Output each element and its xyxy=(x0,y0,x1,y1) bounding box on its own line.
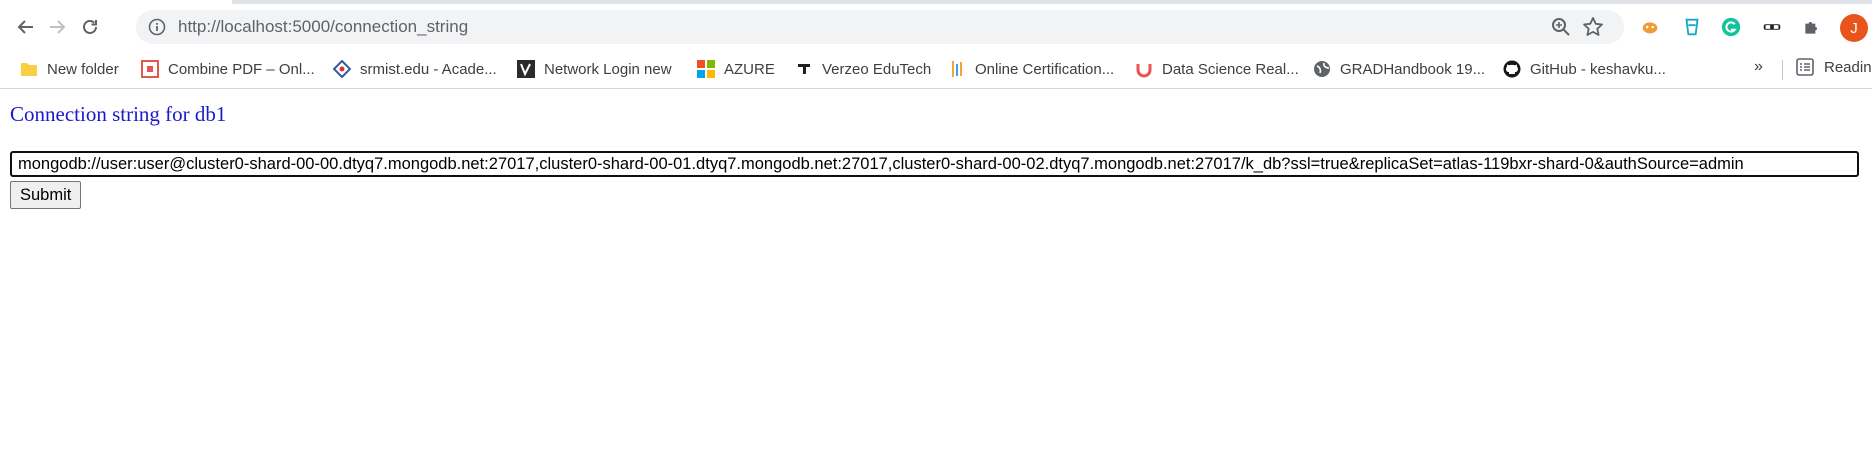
address-bar[interactable]: http://localhost:5000/connection_string xyxy=(136,10,1624,44)
bookmark-item[interactable]: Online Certification... xyxy=(948,58,1114,80)
microsoft-icon xyxy=(697,60,715,78)
back-button[interactable] xyxy=(9,10,43,44)
bookmark-item[interactable]: Network Login new xyxy=(517,58,672,80)
forward-arrow-icon xyxy=(50,20,66,34)
bookmark-star-icon[interactable] xyxy=(1582,16,1604,38)
bookmark-label: Data Science Real... xyxy=(1162,60,1299,78)
bookmark-item[interactable]: GRADHandbook 19... xyxy=(1313,58,1485,80)
bookmark-item[interactable]: AZURE xyxy=(697,58,775,80)
extension-honey-icon[interactable] xyxy=(1637,14,1663,40)
bookmark-item[interactable]: Verzeo EduTech xyxy=(795,58,931,80)
forward-button[interactable] xyxy=(40,10,74,44)
extension-cup-icon[interactable] xyxy=(1679,14,1705,40)
browser-toolbar: http://localhost:5000/connection_string … xyxy=(0,4,1872,50)
bookmark-label: srmist.edu - Acade... xyxy=(360,60,497,78)
reading-list-label: Reading xyxy=(1824,58,1872,76)
pdf-icon xyxy=(141,60,159,78)
bookmark-label: New folder xyxy=(47,60,119,78)
network-login-icon xyxy=(517,60,535,78)
srm-icon xyxy=(333,60,351,78)
reload-button[interactable] xyxy=(73,10,107,44)
extension-incognito-icon[interactable] xyxy=(1759,14,1785,40)
reading-list-button[interactable]: Reading xyxy=(1796,58,1872,76)
github-icon xyxy=(1503,60,1521,78)
connection-string-input[interactable]: mongodb://user:user@cluster0-shard-00-00… xyxy=(10,151,1859,177)
bookmark-label: AZURE xyxy=(724,60,775,78)
bookmark-label: Network Login new xyxy=(544,60,672,78)
bookmarks-bar: New folder Combine PDF – Onl... srmist.e… xyxy=(0,50,1872,89)
page-title: Connection string for db1 xyxy=(10,102,227,126)
profile-avatar[interactable]: J xyxy=(1840,14,1868,42)
bookmark-item[interactable]: Data Science Real... xyxy=(1135,58,1299,80)
extensions-puzzle-icon[interactable] xyxy=(1799,14,1825,40)
reading-list-icon xyxy=(1796,58,1814,76)
bookmark-item[interactable]: srmist.edu - Acade... xyxy=(333,58,497,80)
reload-icon xyxy=(83,20,97,34)
bookmarks-overflow-button[interactable]: » xyxy=(1754,58,1763,76)
verzeo-icon xyxy=(795,60,813,78)
zoom-icon[interactable] xyxy=(1550,16,1572,38)
globe-icon xyxy=(1313,60,1331,78)
url-path: :5000/connection_string xyxy=(287,17,469,36)
bookmark-item[interactable]: Combine PDF – Onl... xyxy=(141,58,315,80)
url-text[interactable]: http://localhost:5000/connection_string xyxy=(178,10,468,44)
folder-icon xyxy=(20,60,38,78)
site-info-icon[interactable] xyxy=(148,18,166,36)
bookmark-item[interactable]: New folder xyxy=(20,58,119,80)
bookmark-label: Verzeo EduTech xyxy=(822,60,932,78)
bookmark-item[interactable]: GitHub - keshavku... xyxy=(1503,58,1666,80)
bookmark-label: Online Certification... xyxy=(975,60,1115,78)
certification-icon xyxy=(948,60,966,78)
back-arrow-icon xyxy=(17,20,33,34)
extension-grammarly-icon[interactable] xyxy=(1718,14,1744,40)
udemy-icon xyxy=(1135,60,1153,78)
bookmark-label: GRADHandbook 19... xyxy=(1340,60,1486,78)
bookmark-label: Combine PDF – Onl... xyxy=(168,60,315,78)
bookmark-label: GitHub - keshavku... xyxy=(1530,60,1666,78)
bookmarks-divider xyxy=(1782,60,1783,80)
submit-button[interactable]: Submit xyxy=(10,181,82,209)
url-host: http://localhost xyxy=(178,17,288,36)
